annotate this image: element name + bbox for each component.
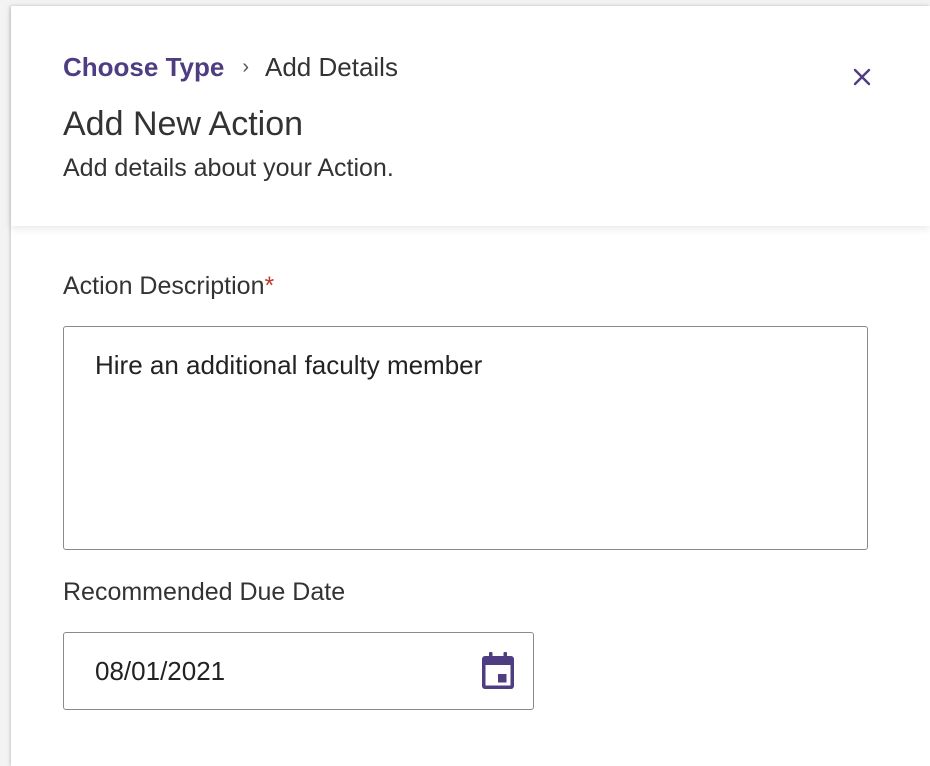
- calendar-button[interactable]: [478, 651, 518, 691]
- action-description-textarea[interactable]: Hire an additional faculty member: [63, 326, 868, 550]
- required-mark: *: [264, 272, 275, 300]
- action-description-label: Action Description*: [63, 271, 274, 301]
- page-subtitle: Add details about your Action.: [63, 154, 394, 182]
- breadcrumb-chevron-icon: ›: [242, 56, 249, 78]
- due-date-input[interactable]: 08/01/2021: [63, 632, 534, 710]
- due-date-label: Recommended Due Date: [63, 578, 346, 606]
- breadcrumb: Choose Type › Add Details: [63, 52, 398, 82]
- add-action-panel: Choose Type › Add Details Add New Action A…: [11, 6, 930, 766]
- due-date-value: 08/01/2021: [95, 656, 226, 686]
- breadcrumb-add-details: Add Details: [265, 52, 398, 82]
- close-icon: [853, 68, 871, 86]
- form-body: Action Description* Hire an additional f…: [11, 226, 930, 766]
- panel-header: Choose Type › Add Details Add New Action A…: [11, 6, 930, 226]
- action-description-label-text: Action Description: [63, 272, 265, 300]
- page-title: Add New Action: [63, 105, 304, 143]
- close-button[interactable]: [847, 62, 877, 92]
- calendar-icon: [482, 652, 514, 689]
- action-description-value: Hire an additional faculty member: [95, 350, 483, 380]
- breadcrumb-choose-type[interactable]: Choose Type: [63, 52, 224, 82]
